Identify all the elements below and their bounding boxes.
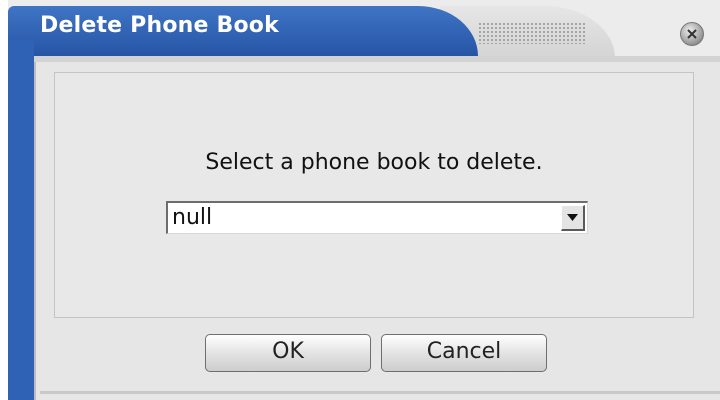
prompt-text: Select a phone book to delete. [205,150,543,175]
select-value: null [172,205,213,230]
ok-button[interactable]: OK [205,334,371,372]
phone-book-select[interactable]: null [166,201,588,234]
drag-grip[interactable] [478,22,586,44]
frame-top-edge [34,56,720,62]
close-button[interactable] [680,22,704,46]
window-title: Delete Phone Book [40,13,279,38]
bottom-edge [40,391,720,394]
cancel-button[interactable]: Cancel [381,334,547,372]
chevron-down-icon [567,214,578,221]
dialog-window: Delete Phone Book Select a phone book to… [0,0,720,400]
content-panel [54,72,694,318]
dropdown-button[interactable] [561,205,585,231]
left-rail [8,40,34,400]
close-icon [687,29,697,39]
